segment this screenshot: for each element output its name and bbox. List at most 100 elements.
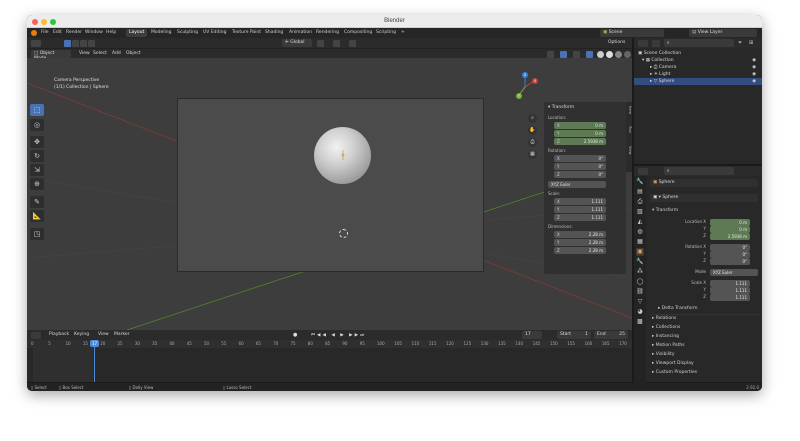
playhead-frame-label[interactable]: 17 — [90, 340, 99, 347]
snap-icon[interactable] — [333, 39, 340, 47]
tab-rendering[interactable]: Rendering — [313, 29, 342, 37]
location-y-field[interactable]: Y 0 m — [554, 130, 606, 137]
prop-scale-z-field[interactable]: 1.111 — [710, 294, 750, 301]
select-mode-extend-icon[interactable] — [72, 39, 79, 47]
tab-scripting[interactable]: Scripting — [373, 29, 399, 37]
scale-tool-icon[interactable]: ⇲ — [30, 164, 44, 176]
pivot-point-icon[interactable] — [317, 39, 324, 47]
prop-location-y-field[interactable]: 0 m — [710, 226, 750, 233]
viewport-menu-select[interactable]: Select — [93, 51, 107, 56]
annotate-tool-icon[interactable]: ✎ — [30, 196, 44, 208]
collections-panel-header[interactable]: ▸ Collections — [652, 325, 680, 330]
gizmos-icon[interactable] — [560, 50, 567, 58]
properties-search-input[interactable]: ⌕ — [664, 167, 734, 175]
timeline-menu-playback[interactable]: Playback — [49, 332, 69, 337]
menu-file[interactable]: File — [41, 30, 49, 35]
outliner-editor-type-icon[interactable] — [638, 39, 648, 47]
collection-properties-icon[interactable]: ▦ — [636, 238, 644, 246]
visibility-icon[interactable] — [547, 50, 554, 58]
viewport-menu-view[interactable]: View — [79, 51, 90, 56]
menu-render[interactable]: Render — [66, 30, 82, 35]
timeline-menu-view[interactable]: View — [98, 332, 109, 337]
transform-section-header[interactable]: ▾ Transform — [548, 105, 574, 110]
rotate-tool-icon[interactable]: ↻ — [30, 150, 44, 162]
tab-uv-editing[interactable]: UV Editing — [200, 29, 229, 37]
shading-wireframe-icon[interactable] — [597, 50, 604, 58]
tab-layout[interactable]: Layout — [126, 29, 148, 37]
viewport-menu-add[interactable]: Add — [112, 51, 121, 56]
view-layer-selector[interactable]: ▤ View Layer — [689, 29, 757, 37]
rotation-mode-dropdown[interactable]: XYZ Euler — [548, 181, 606, 188]
data-properties-icon[interactable]: ▽ — [636, 298, 644, 306]
xray-icon[interactable] — [586, 50, 593, 58]
current-frame-field[interactable]: 17 — [522, 331, 542, 339]
ortho-toggle-icon[interactable]: ▦ — [528, 150, 537, 159]
rotation-x-field[interactable]: X 0° — [554, 155, 606, 162]
gizmo-x-icon[interactable]: X — [532, 78, 538, 84]
relations-panel-header[interactable]: ▸ Relations — [652, 316, 676, 321]
texture-properties-icon[interactable]: ▩ — [636, 318, 644, 326]
timeline-area[interactable]: 0 5 10 15 20 25 30 35 40 45 50 55 60 65 70 75 80 85 90 95 10… — [27, 340, 632, 382]
object-properties-icon[interactable]: ▣ — [636, 248, 644, 256]
scene-selector[interactable]: ▣ Scene — [600, 29, 664, 37]
scale-x-field[interactable]: X 1.111 — [554, 198, 606, 205]
select-mode-intersect-icon[interactable] — [88, 39, 95, 47]
timeline-menu-keying[interactable]: Keying — [74, 332, 89, 337]
measure-tool-icon[interactable]: 📐 — [30, 210, 44, 222]
dimensions-x-field[interactable]: X 2.28 m — [554, 231, 606, 238]
particle-properties-icon[interactable]: ⁂ — [636, 268, 644, 276]
tab-modeling[interactable]: Modeling — [148, 29, 174, 37]
rotation-z-field[interactable]: Z 0° — [554, 171, 606, 178]
visibility-eye-icon[interactable]: ◉ — [752, 78, 756, 85]
start-frame-field[interactable]: Start 1 — [557, 331, 591, 339]
blender-logo-icon[interactable] — [31, 30, 37, 36]
transform-orientation-dropdown[interactable]: ✛ Global — [282, 39, 312, 47]
add-cube-tool-icon[interactable]: ◳ — [30, 228, 44, 240]
shading-rendered-icon[interactable] — [624, 50, 631, 58]
dimensions-y-field[interactable]: Y 2.28 m — [554, 239, 606, 246]
rotation-y-field[interactable]: Y 0° — [554, 163, 606, 170]
playback-controls[interactable]: ⏮◀◀ ◀ ▶ ▶▶⏭ — [311, 332, 366, 338]
physics-properties-icon[interactable]: ◯ — [636, 278, 644, 286]
modifier-properties-icon[interactable]: 🔧 — [636, 258, 644, 266]
tab-texture-paint[interactable]: Texture Paint — [229, 29, 264, 37]
outliner-camera[interactable]: ▸ ⎙ Camera ◉ — [634, 64, 762, 71]
shading-material-icon[interactable] — [615, 50, 622, 58]
timeline-menu-marker[interactable]: Marker — [114, 332, 130, 337]
prop-scale-x-field[interactable]: 1.111 — [710, 280, 750, 287]
outliner-sphere[interactable]: ▸ ▽ Sphere ◉ — [634, 78, 762, 85]
motion-paths-panel-header[interactable]: ▸ Motion Paths — [652, 343, 685, 348]
viewport-menu-object[interactable]: Object — [126, 51, 141, 56]
add-workspace-button[interactable]: + — [398, 29, 408, 37]
visibility-eye-icon[interactable]: ◉ — [752, 57, 756, 64]
shading-solid-icon[interactable] — [606, 50, 613, 58]
menu-edit[interactable]: Edit — [53, 30, 62, 35]
prop-scale-y-field[interactable]: 1.111 — [710, 287, 750, 294]
select-mode-subtract-icon[interactable] — [80, 39, 87, 47]
transform-tool-icon[interactable]: ⊕ — [30, 178, 44, 190]
transform-panel-header[interactable]: ▾ Transform — [652, 208, 678, 213]
camera-view-icon[interactable]: ⎙ — [528, 138, 537, 147]
outliner-search-input[interactable]: ⌕ — [664, 39, 734, 47]
scene-properties-icon[interactable]: ◭ — [636, 218, 644, 226]
prop-location-x-field[interactable]: 0 m — [710, 219, 750, 226]
record-button[interactable]: ● — [293, 332, 297, 338]
visibility-panel-header[interactable]: ▸ Visibility — [652, 352, 675, 357]
tab-animation[interactable]: Animation — [286, 29, 315, 37]
prop-rotation-z-field[interactable]: 0° — [710, 258, 750, 265]
menu-window[interactable]: Window — [85, 30, 103, 35]
zoom-view-icon[interactable]: ⌕ — [528, 114, 537, 123]
dimensions-z-field[interactable]: Z 2.28 m — [554, 247, 606, 254]
custom-properties-panel-header[interactable]: ▸ Custom Properties — [652, 370, 697, 375]
proportional-edit-icon[interactable] — [349, 39, 356, 47]
visibility-eye-icon[interactable]: ◉ — [752, 71, 756, 78]
visibility-eye-icon[interactable]: ◉ — [752, 64, 756, 71]
select-mode-box-icon[interactable] — [64, 39, 71, 47]
outliner-collection[interactable]: ▾ ▦ Collection ◉ — [634, 57, 762, 64]
object-mode-dropdown[interactable]: ▢ Object Mode — [31, 50, 71, 61]
timeline-editor-type-icon[interactable] — [31, 331, 41, 339]
render-properties-icon[interactable]: ▤ — [636, 188, 644, 196]
tab-shading[interactable]: Shading — [262, 29, 286, 37]
menu-help[interactable]: Help — [106, 30, 116, 35]
end-frame-field[interactable]: End 25 — [594, 331, 628, 339]
